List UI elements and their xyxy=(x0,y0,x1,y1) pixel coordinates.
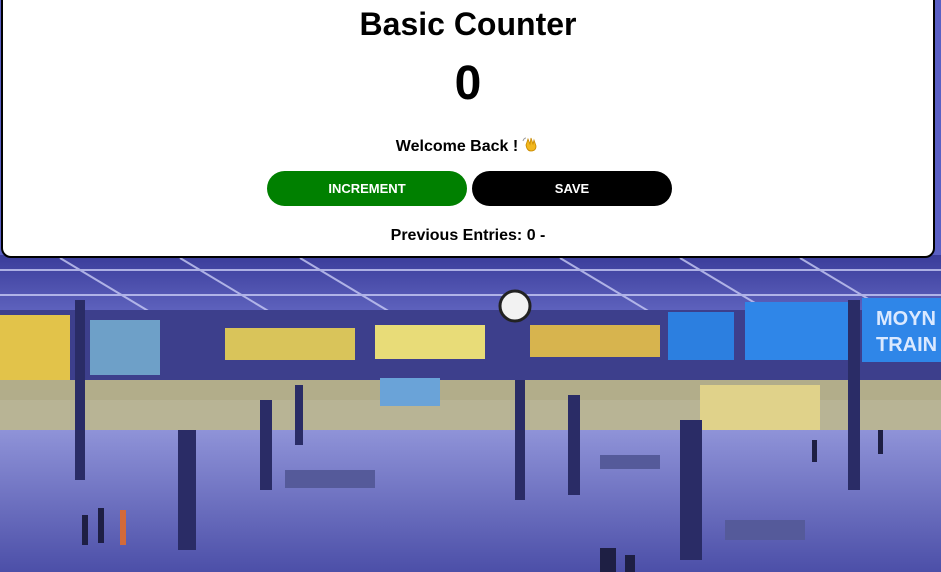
welcome-message: Welcome Back ! xyxy=(3,135,933,157)
counter-value: 0 xyxy=(454,57,482,110)
page-title: Basic Counter xyxy=(359,6,577,42)
waving-hand-icon xyxy=(522,135,540,157)
sign-text-moyn: MOYN xyxy=(876,308,936,330)
counter-card: Basic Counter 0 Welcome Back ! INCREMENT… xyxy=(1,0,935,258)
page: MOYN TRAIN Basic Counter 0 Welcome Back … xyxy=(0,0,941,572)
save-button[interactable]: SAVE xyxy=(472,171,672,206)
increment-button[interactable]: INCREMENT xyxy=(267,171,467,206)
previous-entries: Previous Entries: 0 - xyxy=(390,227,546,244)
sign-text-train: TRAIN xyxy=(876,334,937,356)
welcome-text: Welcome Back ! xyxy=(395,138,519,155)
clock-icon xyxy=(498,289,532,323)
